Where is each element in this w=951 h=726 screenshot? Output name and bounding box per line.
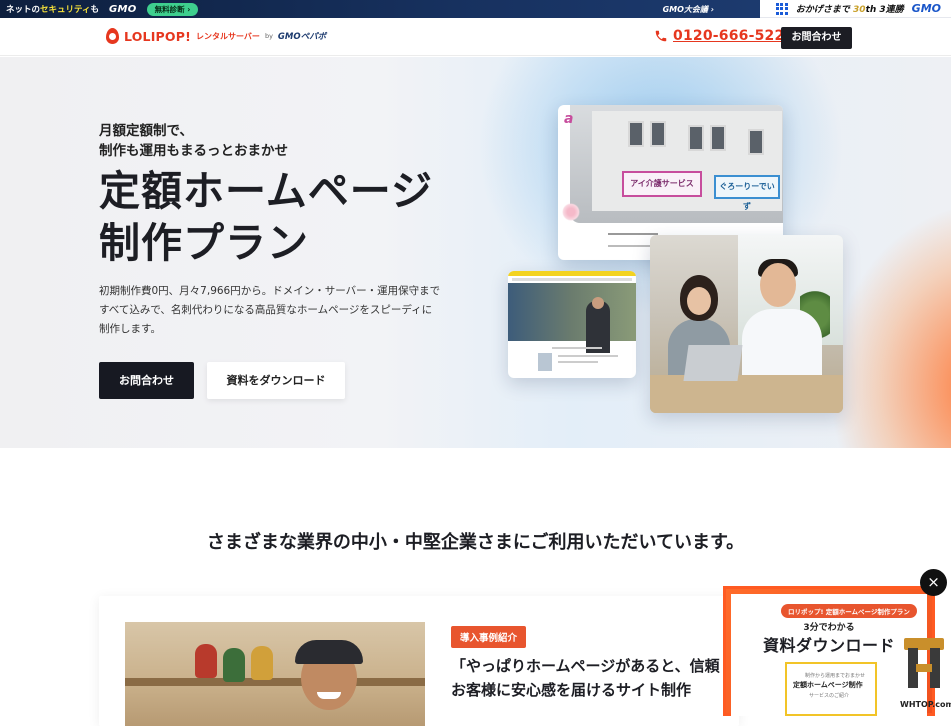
hero-contact-button[interactable]: お問合わせ [99, 362, 194, 399]
hero-description: 初期制作費0円、月々7,966円から。ドメイン・サーバー・運用保守まで すべて込… [99, 282, 449, 339]
hero-desc-line2: すべて込みで、名刺代わりになる高品質なホームページをスピーディに [99, 304, 433, 316]
hero-section: 月額定額制で、 制作も運用もまるっとおまかせ 定額ホームページ 制作プラン 初期… [0, 57, 951, 448]
industries-heading: さまざまな業界の中小・中堅企業さまにご利用いただいています。 [206, 532, 745, 553]
hero-lead-line1: 月額定額制で、 [99, 123, 193, 139]
care-logo-icon: a [564, 111, 574, 127]
blossom-icon [562, 203, 580, 221]
hero-lead: 月額定額制で、 制作も運用もまるっとおまかせ [99, 121, 288, 161]
hero-title: 定額ホームページ 制作プラン [99, 165, 433, 269]
hero-desc-line1: 初期制作費0円、月々7,966円から。ドメイン・サーバー・運用保守まで [99, 285, 441, 297]
gmo-logo: GMO [109, 3, 137, 15]
brand-name: LOLIPOP! [124, 28, 192, 44]
worker-photo [508, 283, 636, 353]
hero-title-line1: 定額ホームページ [99, 167, 433, 215]
mock-sign-b: ぐろーりーでいず [714, 175, 780, 211]
laptop-icon [683, 345, 743, 381]
sample-site-construction [508, 271, 636, 378]
gmo-security-banner[interactable]: ネットのセキュリティも GMO 無料診断 › GMO大会議 › [0, 0, 760, 18]
brand-by: by [264, 32, 273, 40]
popup-document-thumb: 制作から運用までおまかせ 定額ホームページ制作 サービスのご紹介 [785, 662, 877, 716]
building-photo: アイ介護サービス ぐろーりーでいず [570, 105, 783, 223]
popup-badge: ロリポップ! 定額ホームページ制作プラン [781, 604, 917, 618]
watermark-text: WHTOP.com [900, 700, 951, 709]
phone-icon [655, 30, 667, 42]
site-header: LOLIPOP! レンタルサーバー by GMOペパボ 0120-666-522… [0, 18, 951, 56]
case-title-line2: お客様に安心感を届けるサイト制作 [451, 681, 692, 699]
phone-number: 0120-666-522 [673, 28, 785, 44]
gmo-top-bar: ネットのセキュリティも GMO 無料診断 › GMO大会議 › おかげさまで 3… [0, 0, 951, 18]
anniversary-text: おかげさまで 30th 3連勝 [795, 5, 904, 15]
header-contact-button[interactable]: お問合わせ [781, 27, 852, 49]
hero-desc-line3: 制作します。 [99, 323, 161, 335]
case-study-tag: 導入事例紹介 [451, 626, 527, 648]
lolipop-logo[interactable]: LOLIPOP! レンタルサーバー by GMOペパボ [106, 28, 326, 44]
popup-close-button[interactable]: × [920, 569, 947, 596]
case-study-card[interactable]: 導入事例紹介 「やっぱりホームページがあると、信頼 お客様に安心感を届けるサイト… [99, 596, 739, 726]
gmo-group-area: おかげさまで 30th 3連勝 GMO [760, 0, 951, 18]
hero-lead-line2: 制作も運用もまるっとおまかせ [99, 143, 288, 159]
hero-download-button[interactable]: 資料をダウンロード [207, 362, 345, 399]
lolipop-drop-icon [106, 28, 119, 44]
case-study-title[interactable]: 「やっぱりホームページがあると、信頼 お客様に安心感を届けるサイト制作 [451, 654, 741, 702]
mock-sign-a: アイ介護サービス [622, 171, 702, 197]
free-diagnosis-button[interactable]: 無料診断 › [146, 2, 199, 16]
brand-pepabo: GMOペパボ [277, 32, 327, 42]
case-study-photo [125, 622, 425, 726]
case-title-line1: 「やっぱりホームページがあると、信頼 [451, 657, 720, 675]
gmo-logo-right[interactable]: GMO [912, 2, 941, 15]
app-grid-icon[interactable] [775, 2, 788, 15]
gmo-taikai-link[interactable]: GMO大会議 › [663, 4, 714, 15]
brand-sub: レンタルサーバー [196, 31, 260, 41]
popup-title: 資料ダウンロード [762, 636, 895, 655]
hero-photo-meeting [650, 235, 843, 413]
phone-link[interactable]: 0120-666-522 [654, 28, 784, 44]
whtop-watermark-icon [904, 638, 944, 688]
security-text: ネットのセキュリティも [6, 5, 100, 15]
hero-title-line2: 制作プラン [99, 219, 309, 267]
